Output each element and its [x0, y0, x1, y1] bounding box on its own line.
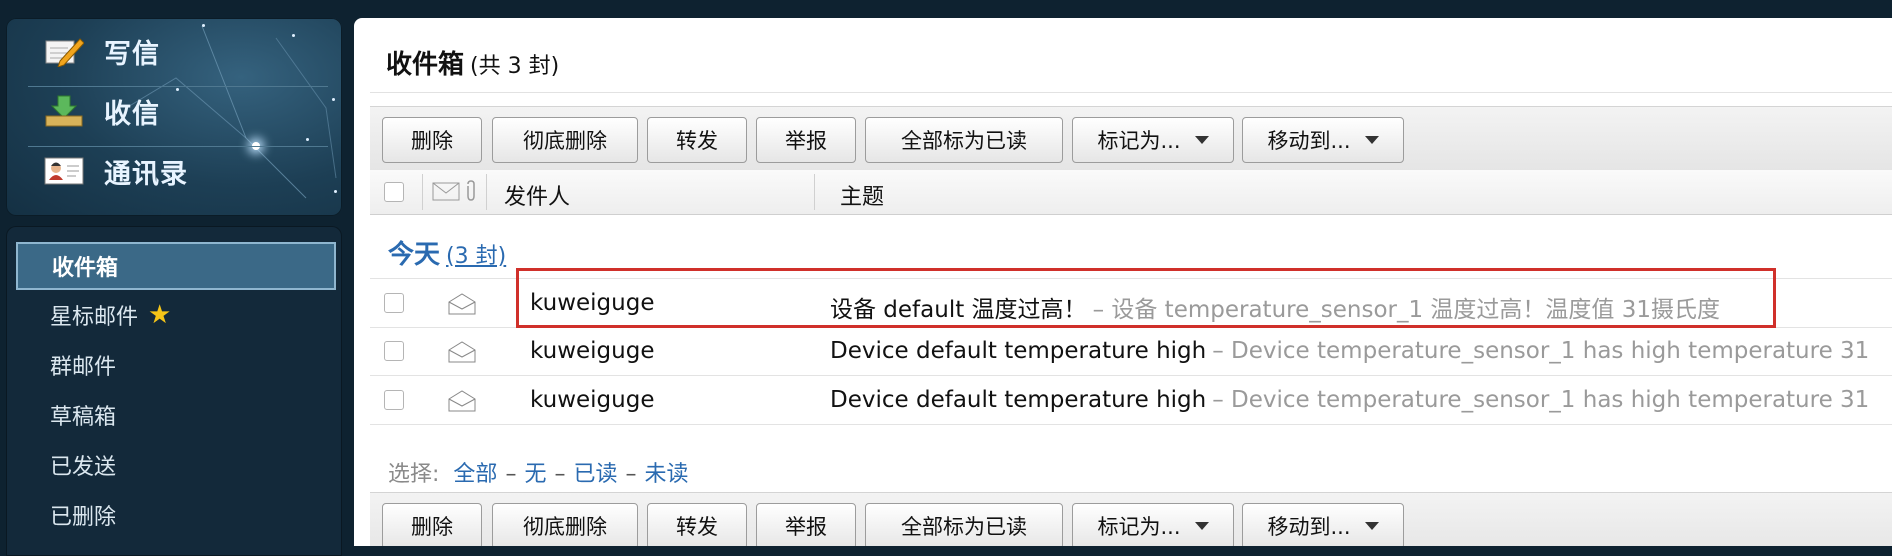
select-label: 选择:: [388, 462, 440, 487]
compose-button[interactable]: 写信: [26, 26, 326, 76]
mail-list-panel: 收件箱 (共 3 封) 删除 彻底删除 转发 举报 全部标为已读 标记为... 移…: [354, 18, 1892, 546]
separator: –: [625, 462, 637, 487]
select-unread-link[interactable]: 未读: [644, 462, 688, 487]
select-none-link[interactable]: 无: [524, 462, 546, 487]
divider: [370, 92, 1892, 93]
page-title: 收件箱 (共 3 封): [386, 44, 559, 81]
email-preview: – 设备 temperature_sensor_1 温度过高！温度值 31摄氏度: [1092, 297, 1720, 323]
chevron-down-icon: [1194, 136, 1209, 144]
folder-group-mail[interactable]: 群邮件: [16, 342, 332, 388]
folder-label: 收件箱: [52, 256, 119, 281]
email-subject: Device default temperature high – Device …: [830, 387, 1869, 413]
folder-list: 收件箱 星标邮件 ★ 群邮件 草稿箱 已发送 已删除: [6, 226, 342, 556]
email-subject-text: Device default temperature high: [830, 338, 1207, 364]
chevron-down-icon: [1194, 522, 1209, 530]
receive-button[interactable]: 收信: [26, 86, 326, 136]
email-subject: 设备 default 温度过高！ – 设备 temperature_sensor_…: [830, 290, 1720, 324]
folder-deleted[interactable]: 已删除: [16, 492, 332, 538]
select-all-checkbox[interactable]: [384, 182, 404, 202]
report-button[interactable]: 举报: [756, 117, 856, 163]
star-decoration: [306, 138, 309, 141]
email-preview: – Device temperature_sensor_1 has high t…: [1212, 338, 1870, 364]
move-to-label: 移动到...: [1267, 515, 1351, 539]
contacts-button[interactable]: 通讯录: [26, 146, 326, 196]
report-button[interactable]: 举报: [756, 503, 856, 546]
selection-bar: 选择: 全部 – 无 – 已读 – 未读: [388, 456, 688, 488]
folder-label: 群邮件: [50, 355, 117, 380]
mark-as-label: 标记为...: [1097, 515, 1181, 539]
email-subject: Device default temperature high – Device …: [830, 338, 1869, 364]
envelope-open-icon: [448, 293, 476, 321]
email-sender: kuweiguge: [530, 338, 655, 364]
delete-button[interactable]: 删除: [382, 117, 482, 163]
inbox-download-icon: [42, 93, 86, 129]
column-divider: [486, 174, 487, 210]
delete-forever-button[interactable]: 彻底删除: [492, 503, 638, 546]
compose-icon: [42, 33, 86, 69]
envelope-open-icon: [448, 341, 476, 369]
mark-as-label: 标记为...: [1097, 129, 1181, 153]
subject-column-header[interactable]: 主题: [840, 179, 884, 211]
envelope-column-icon: [432, 180, 462, 208]
receive-label: 收信: [104, 98, 160, 130]
chevron-down-icon: [1364, 522, 1379, 530]
move-to-dropdown[interactable]: 移动到...: [1242, 117, 1404, 163]
email-checkbox[interactable]: [384, 293, 404, 313]
email-preview: – Device temperature_sensor_1 has high t…: [1212, 387, 1870, 413]
separator: –: [505, 462, 517, 487]
mark-as-dropdown[interactable]: 标记为...: [1072, 503, 1234, 546]
column-divider: [422, 174, 423, 210]
envelope-open-icon: [448, 390, 476, 418]
folder-label: 已发送: [50, 455, 117, 480]
email-sender: kuweiguge: [530, 290, 655, 316]
star-decoration: [332, 98, 335, 101]
move-to-label: 移动到...: [1267, 129, 1351, 153]
select-read-link[interactable]: 已读: [573, 462, 617, 487]
separator: –: [554, 462, 566, 487]
email-sender: kuweiguge: [530, 387, 655, 413]
group-today-label: 今天: [388, 240, 441, 270]
date-group-label: 今天 (3 封): [388, 234, 506, 271]
delete-forever-button[interactable]: 彻底删除: [492, 117, 638, 163]
bottom-toolbar: 删除 彻底删除 转发 举报 全部标为已读 标记为... 移动到...: [370, 492, 1892, 546]
main-nav-panel: 写信 收信 通讯录: [6, 18, 342, 216]
mark-as-dropdown[interactable]: 标记为...: [1072, 117, 1234, 163]
folder-starred[interactable]: 星标邮件 ★: [16, 292, 332, 338]
group-count-link[interactable]: (3 封): [446, 244, 506, 269]
email-row[interactable]: kuweiguge 设备 default 温度过高！ – 设备 temperatu…: [370, 278, 1892, 328]
move-to-dropdown[interactable]: 移动到...: [1242, 503, 1404, 546]
folder-sent[interactable]: 已发送: [16, 442, 332, 488]
email-subject-text: 设备 default 温度过高！: [830, 297, 1087, 323]
contacts-icon: [42, 153, 86, 189]
compose-label: 写信: [104, 38, 160, 70]
folder-label: 草稿箱: [50, 405, 117, 430]
email-subject-text: Device default temperature high: [830, 387, 1207, 413]
forward-button[interactable]: 转发: [647, 117, 747, 163]
mark-all-read-button[interactable]: 全部标为已读: [865, 117, 1063, 163]
delete-button[interactable]: 删除: [382, 503, 482, 546]
email-checkbox[interactable]: [384, 341, 404, 361]
sender-column-header[interactable]: 发件人: [504, 179, 570, 211]
star-icon: ★: [148, 300, 172, 330]
select-all-link[interactable]: 全部: [453, 462, 497, 487]
forward-button[interactable]: 转发: [647, 503, 747, 546]
folder-inbox[interactable]: 收件箱: [16, 242, 336, 290]
inbox-title: 收件箱: [386, 50, 465, 80]
email-row[interactable]: kuweiguge Device default temperature hig…: [370, 376, 1892, 425]
column-divider: [814, 174, 815, 210]
top-toolbar: 删除 彻底删除 转发 举报 全部标为已读 标记为... 移动到...: [370, 106, 1892, 176]
contacts-label: 通讯录: [104, 158, 188, 190]
folder-label: 星标邮件: [50, 305, 139, 330]
chevron-down-icon: [1364, 136, 1379, 144]
mark-all-read-button[interactable]: 全部标为已读: [865, 503, 1063, 546]
email-row[interactable]: kuweiguge Device default temperature hig…: [370, 327, 1892, 376]
column-header: 发件人 主题: [370, 170, 1892, 215]
email-checkbox[interactable]: [384, 390, 404, 410]
star-decoration: [334, 190, 337, 193]
folder-drafts[interactable]: 草稿箱: [16, 392, 332, 438]
mail-count: (共 3 封): [470, 54, 560, 79]
folder-label: 已删除: [50, 505, 117, 530]
attachment-column-icon[interactable]: [464, 180, 478, 208]
